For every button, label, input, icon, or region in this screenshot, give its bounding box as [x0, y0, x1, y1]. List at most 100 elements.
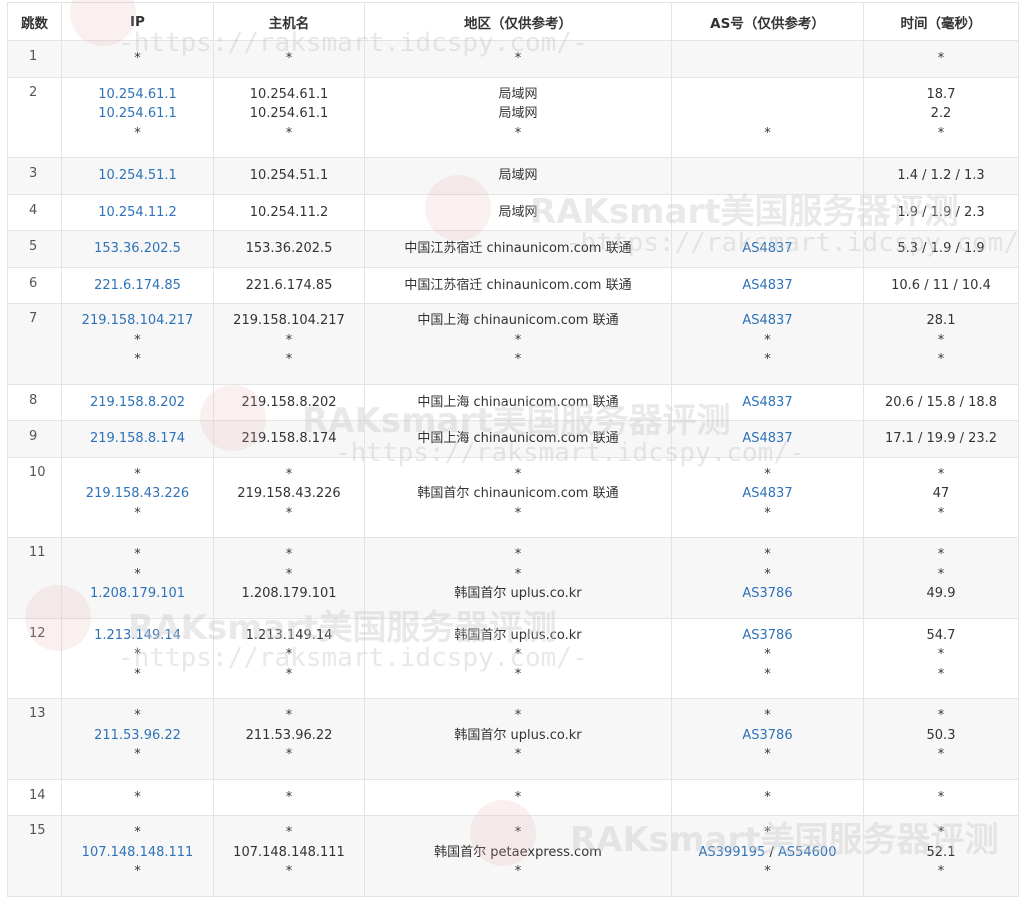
ip-link[interactable]: 211.53.96.22	[94, 728, 181, 743]
ip-line: 10.254.61.1	[62, 85, 213, 105]
table-row: 10 * 219.158.43.226 * * 219.158.43.226 * * 韩国首尔 …	[7, 456, 1019, 538]
ip-link[interactable]: 219.158.104.217	[82, 313, 194, 328]
time-text: 10.6 / 11 / 10.4	[891, 277, 991, 293]
hostname-line: *	[214, 504, 364, 524]
header-hop: 跳数	[7, 2, 62, 41]
region-line: 中国上海 chinaunicom.com 联通	[365, 311, 671, 331]
as-number-line: AS4837	[672, 429, 863, 449]
as-number-cell: * * AS3786	[671, 537, 864, 619]
hop-number: 12	[29, 625, 46, 641]
as-number-link[interactable]: AS4837	[742, 431, 792, 446]
region-text: 中国江苏宿迁 chinaunicom.com 联通	[404, 277, 632, 293]
ip-link[interactable]: 107.148.148.111	[82, 845, 194, 860]
hostname-cell: 221.6.174.85	[213, 266, 365, 304]
hostname-text: 211.53.96.22	[245, 727, 333, 743]
hostname-line: 219.158.104.217	[214, 311, 364, 331]
ip-link[interactable]: 1.213.149.14	[94, 628, 181, 643]
ip-link[interactable]: 10.254.51.1	[98, 168, 177, 183]
region-text: 局域网	[498, 86, 538, 102]
time-cell: *	[863, 778, 1019, 816]
time-line: *	[864, 665, 1018, 685]
ip-link[interactable]: 221.6.174.85	[94, 278, 181, 293]
hostname-line: 107.148.148.111	[214, 843, 364, 863]
ip-link[interactable]: 10.254.11.2	[98, 205, 177, 220]
as-number-link[interactable]: AS3786	[742, 586, 792, 601]
ip-lines: * * 1.208.179.101	[62, 545, 213, 604]
hostname-cell: * 107.148.148.111 *	[213, 815, 365, 897]
hostname-cell: 219.158.8.202	[213, 383, 365, 421]
region-text: 中国江苏宿迁 chinaunicom.com 联通	[404, 241, 632, 256]
ip-link[interactable]: 153.36.202.5	[94, 241, 181, 256]
time-cell: 1.4 / 1.2 / 1.3	[863, 157, 1019, 195]
time-lines: * * 49.9	[864, 545, 1018, 604]
hostname-text: *	[285, 747, 293, 762]
as-number-lines	[672, 166, 863, 186]
as-number-link[interactable]: AS4837	[742, 241, 792, 256]
as-number-link[interactable]: AS4837	[742, 278, 792, 293]
ip-link[interactable]: 219.158.8.174	[90, 431, 185, 446]
ip-lines: 153.36.202.5	[62, 239, 213, 259]
ip-cell: 221.6.174.85	[61, 266, 214, 304]
hostname-cell: *	[213, 778, 365, 816]
as-number-line: *	[672, 350, 863, 370]
region-lines: 中国江苏宿迁 chinaunicom.com 联通	[365, 276, 671, 296]
table-row: 11 * * 1.208.179.101 * * 1.208.179.101 * * 韩国首尔 u…	[7, 537, 1019, 619]
as-number-lines: * AS3786 *	[672, 706, 863, 765]
as-number-link[interactable]: AS3786	[742, 728, 792, 743]
as-number-link[interactable]: AS4837	[742, 395, 792, 410]
ip-cell: * 211.53.96.22 *	[61, 698, 214, 780]
region-text: 局域网	[498, 168, 538, 183]
time-line: *	[864, 124, 1018, 144]
time-text: 1.9 / 1.9 / 2.3	[897, 204, 985, 220]
hop-number-cell: 11	[7, 537, 62, 619]
as-number-lines: AS3786 * *	[672, 626, 863, 685]
ip-cell: 1.213.149.14 * *	[61, 617, 214, 699]
ip-link[interactable]: 1.208.179.101	[90, 586, 185, 601]
as-number-line: *	[672, 788, 863, 808]
hostname-line: *	[214, 350, 364, 370]
as-number-text: *	[764, 505, 771, 521]
region-line: *	[365, 565, 671, 585]
region-line: *	[365, 504, 671, 524]
traceroute-table: 跳数 IP 主机名 地区（仅供参考） AS号（仅供参考） 时间（毫秒） 1 * * *…	[7, 2, 1019, 897]
as-number-line: AS4837	[672, 239, 863, 259]
hostname-lines: * 211.53.96.22 *	[214, 706, 364, 765]
ip-link[interactable]: 219.158.8.202	[90, 395, 185, 410]
region-text: 中国上海 chinaunicom.com 联通	[417, 313, 619, 328]
as-number-cell: *	[671, 76, 864, 158]
region-cell: * 韩国首尔 petaexpress.com *	[364, 815, 672, 897]
ip-lines: * 107.148.148.111 *	[62, 823, 213, 882]
ip-cell: 219.158.8.174	[61, 420, 214, 458]
region-cell: * * 韩国首尔 uplus.co.kr	[364, 537, 672, 619]
ip-line: *	[62, 504, 213, 524]
as-number-link[interactable]: AS399195	[699, 845, 766, 860]
region-lines: * 韩国首尔 uplus.co.kr *	[365, 706, 671, 765]
as-number-link[interactable]: AS3786	[742, 628, 792, 643]
time-line: *	[864, 788, 1018, 808]
ip-lines: 10.254.11.2	[62, 203, 213, 223]
ip-link[interactable]: 219.158.43.226	[86, 486, 189, 501]
ip-lines: 10.254.51.1	[62, 166, 213, 186]
ip-line: *	[62, 565, 213, 585]
hostname-text: *	[285, 666, 293, 682]
ip-lines: 219.158.104.217 * *	[62, 311, 213, 370]
hostname-text: *	[285, 466, 293, 482]
hop-number-cell: 13	[7, 698, 62, 780]
as-number-cell: *	[671, 778, 864, 816]
region-line: *	[365, 124, 671, 144]
as-number-text: *	[764, 647, 771, 662]
region-lines: * 韩国首尔 petaexpress.com *	[365, 823, 671, 882]
ip-link[interactable]: 10.254.61.1	[98, 87, 177, 102]
as-number-link[interactable]: AS54600	[778, 845, 837, 860]
header-as-number: AS号（仅供参考）	[671, 2, 864, 41]
ip-link[interactable]: 10.254.61.1	[98, 106, 177, 121]
ip-line: *	[62, 862, 213, 882]
as-number-link[interactable]: AS4837	[742, 313, 792, 328]
region-cell: * 韩国首尔 chinaunicom.com 联通 *	[364, 456, 672, 538]
region-line: 韩国首尔 chinaunicom.com 联通	[365, 484, 671, 504]
as-number-link[interactable]: AS4837	[742, 486, 792, 501]
hostname-lines: 221.6.174.85	[214, 276, 364, 296]
region-cell: 局域网 局域网 *	[364, 76, 672, 158]
as-number-line	[672, 166, 863, 186]
hostname-lines: 1.213.149.14 * *	[214, 626, 364, 685]
